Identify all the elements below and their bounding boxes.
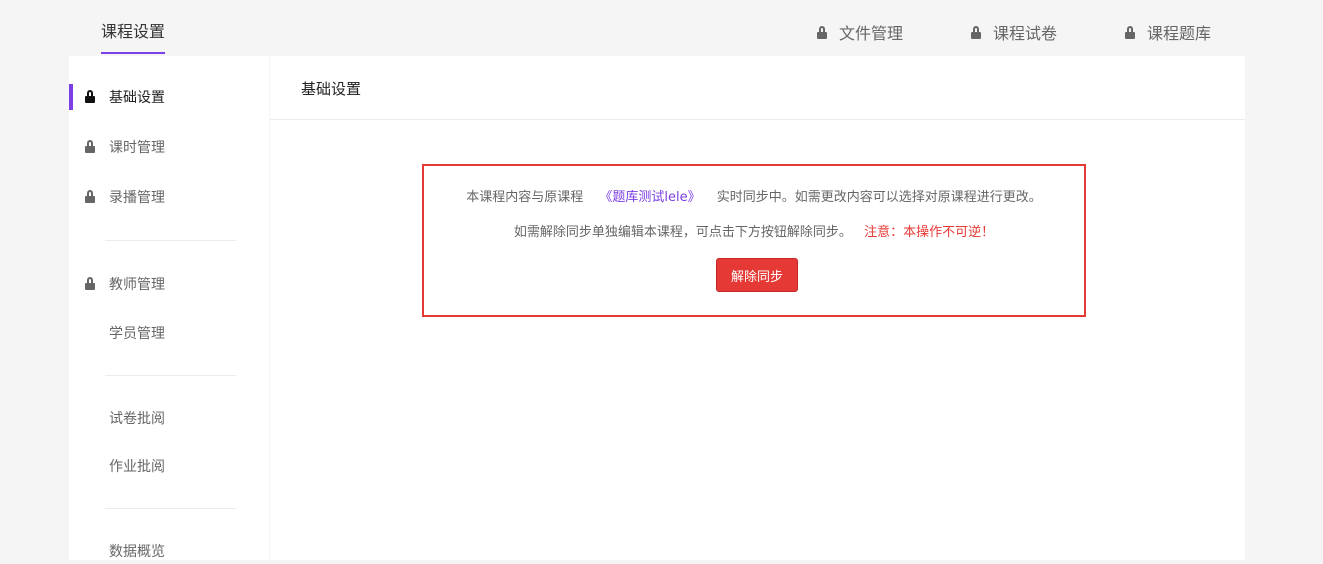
question-bank-label: 课程题库 [1147,24,1212,43]
lock-icon [85,277,95,290]
sidebar: 基础设置 课时管理 录播管理 教师管理 学员管理 试卷批阅 作业批阅 数据概览 [69,56,269,560]
original-course-link[interactable]: 《题库测试lele》 [599,190,700,205]
lock-icon [1125,25,1135,39]
sidebar-item-label: 基础设置 [109,90,165,106]
course-exam-label: 课程试卷 [993,24,1058,43]
sidebar-item-student-management[interactable]: 学员管理 [69,320,269,346]
sidebar-item-label: 作业批阅 [109,459,165,475]
sidebar-item-homework-review[interactable]: 作业批阅 [69,453,269,479]
file-management-label: 文件管理 [839,24,904,43]
lock-icon [85,90,95,103]
sidebar-item-data-overview[interactable]: 数据概览 [69,538,269,564]
question-bank-link[interactable]: 课程题库 [1125,20,1211,44]
top-navigation: 课程设置 文件管理 课程试卷 课程题库 [0,0,1323,56]
file-management-link[interactable]: 文件管理 [817,20,903,44]
page-title: 基础设置 [301,80,362,98]
lock-icon [85,190,95,203]
sidebar-item-exam-review[interactable]: 试卷批阅 [69,405,269,431]
lock-icon [817,25,827,39]
sidebar-item-label: 录播管理 [109,190,165,206]
tab-course-settings[interactable]: 课程设置 [101,18,166,54]
sidebar-item-basic-settings[interactable]: 基础设置 [69,84,269,110]
irreversible-warning: 注意：本操作不可逆！ [864,225,995,240]
lock-icon [971,25,981,39]
main-header: 基础设置 [270,56,1245,120]
sidebar-item-label: 学员管理 [109,326,165,342]
sidebar-divider [105,240,236,241]
sidebar-item-label: 试卷批阅 [109,411,165,427]
sidebar-divider [105,508,236,509]
sidebar-divider [105,375,236,376]
unsync-button[interactable]: 解除同步 [716,258,798,292]
unsync-instruction-text: 如需解除同步单独编辑本课程，可点击下方按钮解除同步。 注意：本操作不可逆！ [424,221,1084,240]
sync-suffix-text: 实时同步中。如需更改内容可以选择对原课程进行更改。 [716,190,1042,205]
sync-prefix-text: 本课程内容与原课程 [466,190,584,205]
sidebar-item-teacher-management[interactable]: 教师管理 [69,271,269,297]
main-panel: 基础设置 本课程内容与原课程 《题库测试lele》 实时同步中。如需更改内容可以… [270,56,1245,560]
lock-icon [85,140,95,153]
course-exam-link[interactable]: 课程试卷 [971,20,1057,44]
unsync-instruction: 如需解除同步单独编辑本课程，可点击下方按钮解除同步。 [513,225,852,240]
sidebar-item-recording-management[interactable]: 录播管理 [69,184,269,210]
sync-status-text: 本课程内容与原课程 《题库测试lele》 实时同步中。如需更改内容可以选择对原课… [424,186,1084,205]
sidebar-item-label: 课时管理 [109,140,165,156]
sync-notice-box: 本课程内容与原课程 《题库测试lele》 实时同步中。如需更改内容可以选择对原课… [422,164,1086,317]
sidebar-item-label: 教师管理 [109,277,165,293]
sidebar-item-label: 数据概览 [109,544,165,560]
sidebar-item-lesson-management[interactable]: 课时管理 [69,134,269,160]
